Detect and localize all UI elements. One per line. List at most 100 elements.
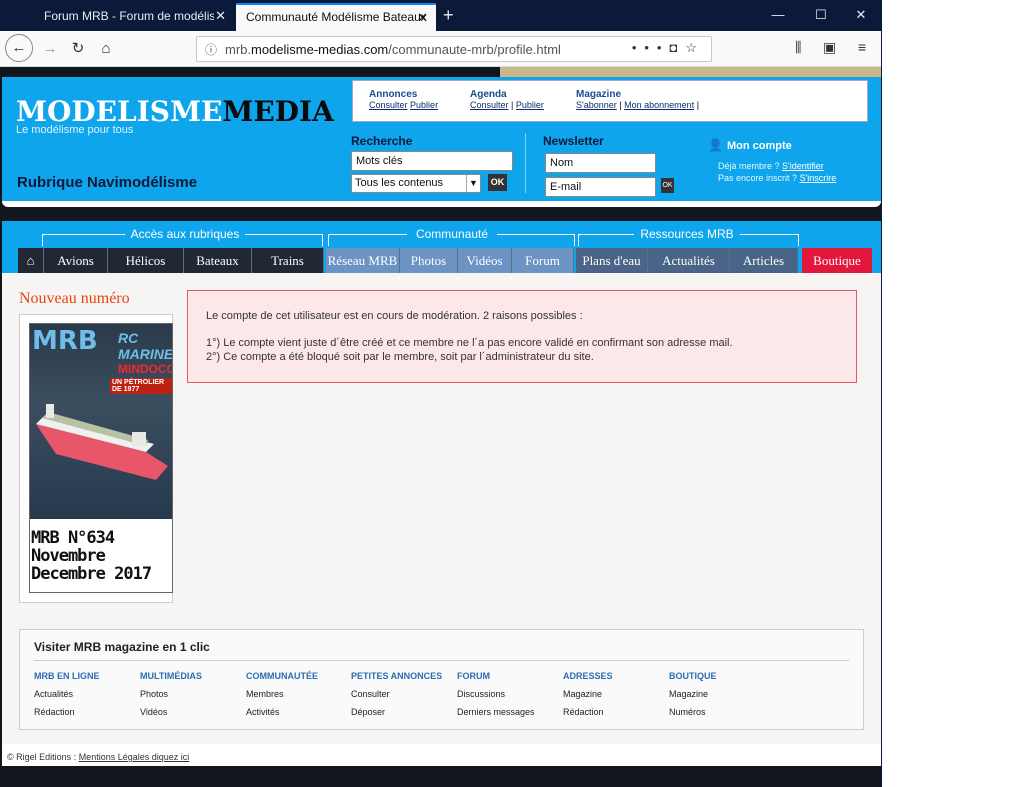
url-prefix: mrb. — [225, 42, 251, 57]
nav-bateaux[interactable]: Bateaux — [184, 248, 252, 273]
nav-avions[interactable]: Avions — [44, 248, 108, 273]
footer-link[interactable]: Déposer — [351, 707, 442, 717]
site-links-footer: Visiter MRB magazine en 1 clic MRB EN LI… — [19, 629, 864, 730]
login-link[interactable]: S'identifier — [782, 161, 824, 171]
nav-dark-band — [2, 207, 881, 221]
magazine-cover-box[interactable]: MRB RC MARINE MINDOCO UN PÉTROLIER DE 19… — [19, 314, 173, 603]
window-close-icon[interactable]: ✕ — [846, 7, 876, 23]
newsletter-email-input[interactable]: E-mail — [545, 177, 656, 197]
footer-link[interactable]: Membres — [246, 689, 318, 699]
bookmark-star-icon[interactable]: ☆ — [685, 40, 705, 55]
tab-communaute[interactable]: Communauté Modélisme Bateaux ✕ — [236, 3, 436, 31]
footer-link[interactable]: Consulter — [351, 689, 442, 699]
nav-forum[interactable]: Forum — [512, 248, 574, 273]
footer-col-multimedias: MULTIMÉDIAS Photos Vidéos — [140, 671, 202, 717]
footer-col-petites-annonces: PETITES ANNONCES Consulter Déposer — [351, 671, 443, 717]
group-bracket — [328, 234, 329, 246]
footer-link[interactable]: Rédaction — [34, 707, 100, 717]
close-tab-icon[interactable]: ✕ — [215, 8, 226, 24]
close-tab-icon[interactable]: ✕ — [417, 10, 428, 26]
magazine-sabonner-link[interactable]: S'abonner — [576, 100, 617, 110]
search-keywords-input[interactable]: Mots clés — [351, 151, 513, 171]
copyright-bar: © Rigel Editions : Mentions Légales diqu… — [2, 744, 881, 766]
tab-forum[interactable]: Forum MRB - Forum de modélisme ✕ — [34, 3, 234, 31]
page-actions-icon[interactable]: ••• — [632, 40, 670, 55]
tab-label: Forum MRB - Forum de modélisme — [44, 9, 214, 23]
legal-link[interactable]: Mentions Légales diquez ici — [79, 752, 190, 762]
footer-link[interactable]: Vidéos — [140, 707, 202, 717]
footer-link[interactable]: Magazine — [563, 689, 613, 699]
nav-plans-deau[interactable]: Plans d'eau — [576, 248, 648, 273]
url-path: /communaute-mrb/profile.html — [388, 42, 561, 57]
footer-link[interactable]: Activités — [246, 707, 318, 717]
newsletter-ok-button[interactable]: OK — [661, 178, 674, 193]
back-arrow-icon[interactable]: ← — [5, 34, 33, 62]
group-bracket — [798, 234, 799, 246]
agenda-publier-link[interactable]: Publier — [516, 100, 544, 110]
nav-boutique[interactable]: Boutique — [802, 248, 872, 273]
new-tab-plus-icon[interactable]: + — [443, 5, 454, 26]
account-join-line: Pas encore inscrit ? S'inscrire — [718, 173, 837, 183]
maximize-icon[interactable]: ☐ — [806, 7, 836, 23]
footer-col-communaute: COMMUNAUTÉE Membres Activités — [246, 671, 318, 717]
nav-articles[interactable]: Articles — [730, 248, 798, 273]
cover-image: MRB RC MARINE MINDOCO UN PÉTROLIER DE 19… — [30, 324, 173, 519]
library-icon[interactable]: ⫼ — [795, 39, 801, 56]
search-title: Recherche — [351, 134, 413, 148]
annonces-consulter-link[interactable]: Consulter — [369, 100, 408, 110]
agenda-title: Agenda — [470, 89, 507, 100]
tab-label: Communauté Modélisme Bateaux — [246, 10, 427, 24]
issue-caption: MRB N°634 Novembre Decembre 2017 — [31, 528, 152, 584]
cover-subline: UN PÉTROLIER DE 1977 — [110, 378, 172, 394]
reload-icon[interactable]: ↻ — [66, 37, 90, 61]
footer-col-boutique: BOUTIQUE Magazine Numéros — [669, 671, 717, 717]
annonces-publier-link[interactable]: Publier — [410, 100, 438, 110]
separator: | — [619, 100, 622, 110]
menu-hamburger-icon[interactable]: ≡ — [858, 39, 866, 55]
pocket-icon[interactable]: ◘ — [669, 40, 685, 55]
footer-link[interactable]: Rédaction — [563, 707, 613, 717]
magazine-block: Magazine S'abonner | Mon abonnement | — [576, 89, 699, 110]
footer-col-mrb-en-ligne: MRB EN LIGNE Actualités Rédaction — [34, 671, 100, 717]
newsletter-name-input[interactable]: Nom — [545, 153, 656, 173]
chevron-down-icon[interactable]: ▼ — [466, 175, 480, 192]
footer-link[interactable]: Magazine — [669, 689, 717, 699]
alert-line-1: Le compte de cet utilisateur est en cour… — [206, 310, 583, 322]
footer-link[interactable]: Discussions — [457, 689, 535, 699]
group-communaute: Communauté — [407, 227, 497, 241]
nav-reseau-mrb[interactable]: Réseau MRB — [326, 248, 400, 273]
web-page: MODELISMEMEDIA Le modélisme pour tous Ru… — [0, 67, 881, 787]
search-scope-select[interactable]: Tous les contenus ▼ — [351, 174, 481, 193]
register-link[interactable]: S'inscrire — [800, 173, 837, 183]
nav-helicos[interactable]: Hélicos — [108, 248, 184, 273]
page-info-icon[interactable]: ⓘ — [205, 41, 217, 58]
magazine-cover[interactable]: MRB RC MARINE MINDOCO UN PÉTROLIER DE 19… — [29, 323, 173, 593]
magazine-abonnement-link[interactable]: Mon abonnement — [624, 100, 694, 110]
forward-arrow-icon[interactable]: → — [38, 37, 62, 61]
site-header: MODELISMEMEDIA Le modélisme pour tous Ru… — [2, 77, 881, 207]
nav-actualites[interactable]: Actualités — [648, 248, 730, 273]
sidebar-icon[interactable]: ▣ — [823, 39, 836, 56]
minimize-icon[interactable]: — — [763, 7, 793, 22]
footer-link[interactable]: Numéros — [669, 707, 717, 717]
agenda-consulter-link[interactable]: Consulter — [470, 100, 509, 110]
footer-link[interactable]: Actualités — [34, 689, 100, 699]
group-bracket — [322, 234, 323, 246]
gold-stripe — [500, 67, 881, 77]
footer-link[interactable]: Photos — [140, 689, 202, 699]
cover-brand-2: RC MARINE — [118, 330, 173, 362]
nav-trains[interactable]: Trains — [252, 248, 324, 273]
url-host: modelisme-medias.com — [251, 42, 389, 57]
url-bar[interactable]: ⓘ mrb.modelisme-medias.com/communaute-mr… — [196, 36, 712, 62]
group-bracket — [578, 234, 579, 246]
group-bracket — [42, 234, 43, 246]
footer-link[interactable]: Derniers messages — [457, 707, 535, 717]
moderation-alert: Le compte de cet utilisateur est en cour… — [187, 290, 857, 383]
search-ok-button[interactable]: OK — [488, 174, 507, 191]
nav-home-icon[interactable]: ⌂ — [18, 248, 44, 273]
account-title[interactable]: 👤 Mon compte — [708, 138, 792, 152]
nav-photos[interactable]: Photos — [400, 248, 458, 273]
nav-videos[interactable]: Vidéos — [458, 248, 512, 273]
main-navigation: Accès aux rubriques Communauté Ressource… — [2, 221, 881, 273]
home-icon[interactable]: ⌂ — [94, 37, 118, 61]
